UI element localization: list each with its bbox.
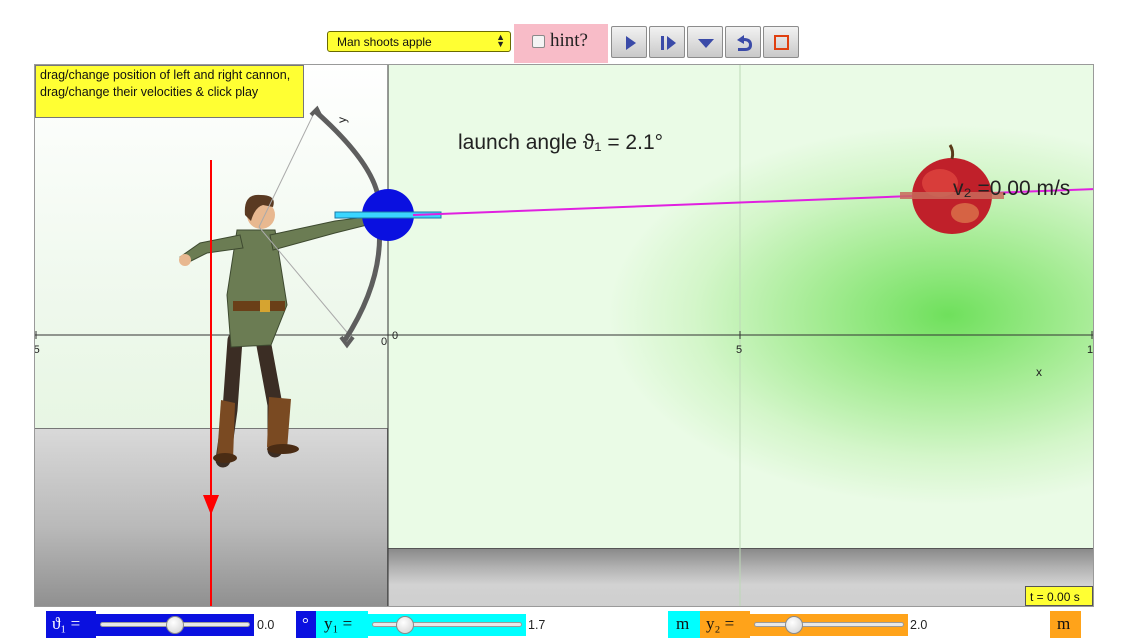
select-arrows-icon: ▲ ▼ (496, 32, 505, 49)
step-icon (661, 36, 676, 50)
simulation-app: Man shoots apple ▲ ▼ hint? drag/change p… (0, 0, 1136, 639)
stop-icon (774, 35, 789, 50)
velocity-arrowhead[interactable] (203, 495, 219, 515)
theta1-unit: ° (296, 611, 316, 638)
dropdown-icon (698, 39, 714, 48)
play-button[interactable] (611, 26, 647, 58)
y1-slider[interactable] (368, 614, 526, 636)
x-tick-label: 0 (381, 336, 388, 348)
y1-value[interactable]: 1.7 (526, 614, 668, 636)
launch-angle-label: launch angle ϑ₁ = 2.1° (458, 131, 664, 154)
y1-slider-knob[interactable] (396, 616, 414, 634)
y1-unit: m (668, 611, 700, 638)
y2-value[interactable]: 2.0 (908, 614, 1050, 636)
x-tick-label: -5 (34, 344, 40, 356)
theta1-value[interactable]: 0.0 (254, 614, 296, 636)
x-axis-label: x (1036, 365, 1042, 379)
y2-unit: m (1050, 611, 1081, 638)
y1-label: y₁ = (316, 611, 368, 638)
slider-rail (754, 622, 904, 627)
stop-button[interactable] (763, 26, 799, 58)
reset-button[interactable] (725, 26, 761, 58)
instruction-box: drag/change position of left and right c… (35, 65, 304, 118)
menu-dropdown-button[interactable] (687, 26, 723, 58)
hint-toggle[interactable]: hint? (514, 24, 608, 63)
theta1-slider-knob[interactable] (166, 616, 184, 634)
step-button[interactable] (649, 26, 685, 58)
origin-label: 0 (392, 330, 399, 342)
play-icon (626, 36, 636, 50)
undo-icon (737, 35, 752, 51)
y2-label: y₂ = (700, 611, 750, 638)
v2-velocity-label: v₂ =0.00 m/s (953, 177, 1071, 200)
time-readout: t = 0.00 s (1025, 586, 1093, 606)
y-axis-label: y (335, 117, 349, 123)
slider-rail (372, 622, 522, 627)
scenario-select-value: Man shoots apple (337, 35, 432, 49)
theta1-label: ϑ₁ = (46, 611, 96, 638)
archer-figure[interactable] (179, 110, 379, 468)
simulation-scene[interactable]: drag/change position of left and right c… (34, 64, 1094, 607)
hint-label: hint? (550, 30, 588, 51)
hint-checkbox[interactable] (532, 35, 545, 48)
y2-slider-knob[interactable] (785, 616, 803, 634)
x-tick-label: 10 (1087, 344, 1094, 356)
theta1-slider[interactable] (96, 614, 254, 636)
y2-slider[interactable] (750, 614, 908, 636)
x-tick-label: 5 (736, 344, 743, 356)
scenario-select[interactable]: Man shoots apple ▲ ▼ (327, 31, 511, 52)
